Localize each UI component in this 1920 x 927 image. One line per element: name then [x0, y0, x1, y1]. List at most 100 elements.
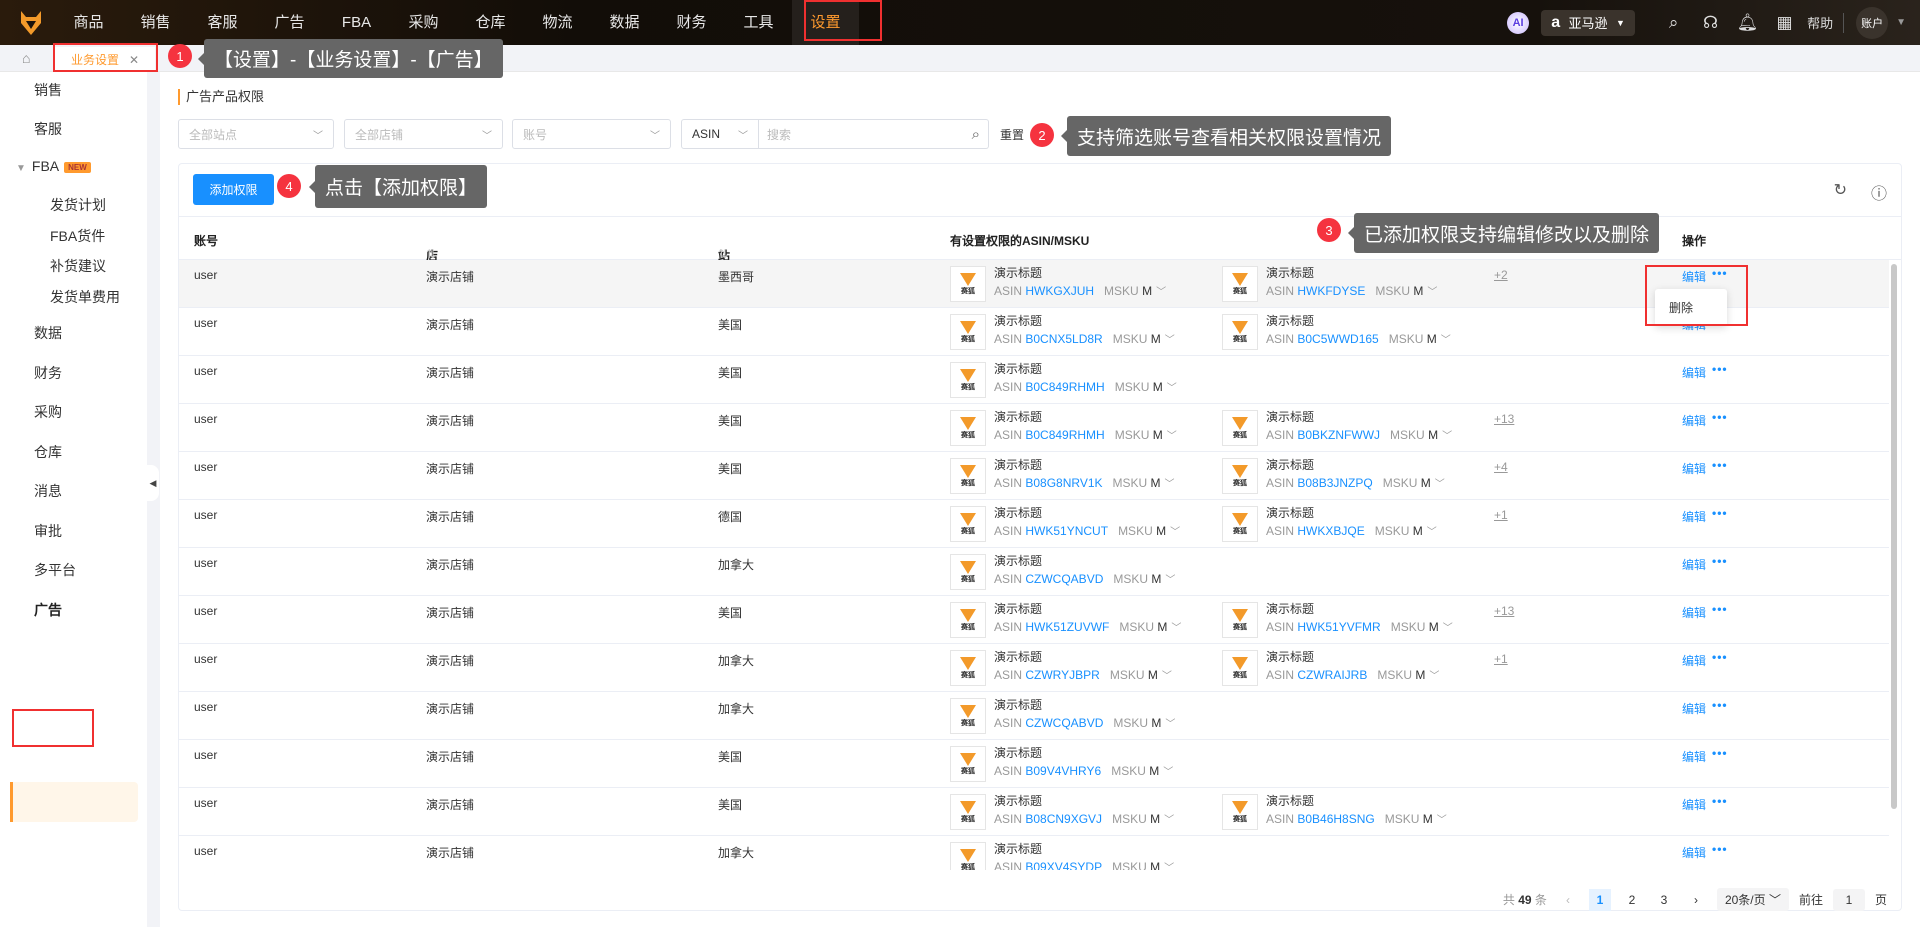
more-products-link[interactable]: +13: [1494, 412, 1514, 426]
reset-button[interactable]: 重置: [1000, 126, 1024, 143]
more-products-link[interactable]: +2: [1494, 268, 1508, 282]
edit-button[interactable]: 编辑: [1682, 508, 1706, 525]
msku-chevron-icon[interactable]: ﹀: [1165, 479, 1175, 490]
asin-link[interactable]: B09XV4SYDP: [1025, 860, 1102, 870]
avatar[interactable]: 账户: [1856, 6, 1889, 39]
site-select[interactable]: 全部站点 ﹀: [178, 119, 334, 149]
asin-link[interactable]: CZWRYJBPR: [1025, 668, 1099, 682]
sidebar-item[interactable]: 审批: [34, 521, 62, 541]
msku-chevron-icon[interactable]: ﹀: [1156, 287, 1166, 298]
sidebar-item[interactable]: 多平台: [34, 560, 76, 580]
help-link[interactable]: 帮助: [1807, 13, 1833, 32]
search-icon[interactable]: ⌕: [1655, 13, 1692, 33]
bell-icon[interactable]: 🔔︎: [1729, 13, 1766, 33]
sidebar-item-fba[interactable]: ▼ FBA NEW: [16, 158, 91, 174]
account-select[interactable]: 账号 ﹀: [512, 119, 671, 149]
help-circle-icon[interactable]: ⓘ: [1871, 180, 1887, 204]
sidebar-subitem[interactable]: 补货建议: [50, 256, 106, 276]
msku-chevron-icon[interactable]: ﹀: [1171, 623, 1181, 634]
edit-button[interactable]: 编辑: [1682, 604, 1706, 621]
edit-button[interactable]: 编辑: [1682, 748, 1706, 765]
msku-chevron-icon[interactable]: ﹀: [1162, 671, 1172, 682]
more-actions-icon[interactable]: •••: [1712, 410, 1728, 424]
msku-chevron-icon[interactable]: ﹀: [1167, 383, 1177, 394]
more-actions-icon[interactable]: •••: [1712, 698, 1728, 712]
edit-button[interactable]: 编辑: [1682, 412, 1706, 429]
sidebar-item[interactable]: 采购: [34, 402, 62, 422]
search-input[interactable]: 搜索 ⌕: [759, 119, 989, 149]
asin-link[interactable]: B0B46H8SNG: [1297, 812, 1374, 826]
sidebar-item[interactable]: 销售: [34, 80, 62, 100]
asin-link[interactable]: HWKFDYSE: [1297, 284, 1365, 298]
ai-button[interactable]: AI: [1507, 11, 1530, 34]
more-actions-icon[interactable]: •••: [1712, 458, 1728, 472]
edit-button[interactable]: 编辑: [1682, 364, 1706, 381]
goto-page-input[interactable]: 1: [1832, 888, 1865, 911]
sidebar-item[interactable]: 客服: [34, 119, 62, 139]
more-products-link[interactable]: +1: [1494, 652, 1508, 666]
edit-button[interactable]: 编辑: [1682, 652, 1706, 669]
more-actions-icon[interactable]: •••: [1712, 362, 1728, 376]
msku-chevron-icon[interactable]: ﹀: [1427, 527, 1437, 538]
search-icon[interactable]: ⌕: [972, 126, 980, 143]
nav-item[interactable]: 销售: [122, 0, 189, 45]
msku-chevron-icon[interactable]: ﹀: [1429, 671, 1439, 682]
apps-grid-icon[interactable]: ▦: [1766, 13, 1803, 33]
account-caret-icon[interactable]: ▼: [1896, 17, 1906, 28]
more-products-link[interactable]: +4: [1494, 460, 1508, 474]
msku-chevron-icon[interactable]: ﹀: [1443, 623, 1453, 634]
sidebar-item[interactable]: 广告: [34, 600, 62, 620]
msku-chevron-icon[interactable]: ﹀: [1170, 527, 1180, 538]
asin-link[interactable]: B0CNX5LD8R: [1025, 332, 1102, 346]
msku-chevron-icon[interactable]: ﹀: [1427, 287, 1437, 298]
more-products-link[interactable]: +13: [1494, 604, 1514, 618]
asin-link[interactable]: B08CN9XGVJ: [1025, 812, 1102, 826]
more-actions-icon[interactable]: •••: [1712, 794, 1728, 808]
marketplace-select[interactable]: a 亚马逊 ▼: [1541, 9, 1636, 36]
asin-link[interactable]: B08B3JNZPQ: [1297, 476, 1372, 490]
more-actions-icon[interactable]: •••: [1712, 602, 1728, 616]
asin-link[interactable]: HWK51YVFMR: [1297, 620, 1380, 634]
msku-chevron-icon[interactable]: ﹀: [1165, 335, 1175, 346]
msku-chevron-icon[interactable]: ﹀: [1437, 815, 1447, 826]
page-3[interactable]: 3: [1653, 889, 1675, 911]
asin-link[interactable]: B0BKZNFWWJ: [1297, 428, 1380, 442]
logo[interactable]: [7, 0, 55, 45]
msku-chevron-icon[interactable]: ﹀: [1165, 575, 1175, 586]
asin-link[interactable]: CZWCQABVD: [1025, 716, 1103, 730]
collapse-sidebar-icon[interactable]: ◀: [147, 465, 159, 501]
vertical-scrollbar[interactable]: [1891, 264, 1897, 809]
nav-item[interactable]: 财务: [658, 0, 725, 45]
asin-link[interactable]: CZWCQABVD: [1025, 572, 1103, 586]
edit-button[interactable]: 编辑: [1682, 796, 1706, 813]
nav-item[interactable]: 商品: [55, 0, 122, 45]
sidebar-subitem[interactable]: FBA货件: [50, 226, 105, 246]
asin-link[interactable]: HWKXBJQE: [1297, 524, 1364, 538]
asin-link[interactable]: B0C849RHMH: [1025, 380, 1104, 394]
asin-link[interactable]: B08G8NRV1K: [1025, 476, 1102, 490]
asin-link[interactable]: HWK51ZUVWF: [1025, 620, 1109, 634]
msku-chevron-icon[interactable]: ﹀: [1165, 719, 1175, 730]
home-icon[interactable]: ⌂: [22, 50, 30, 66]
next-page-button[interactable]: ›: [1685, 889, 1707, 911]
nav-item[interactable]: 物流: [524, 0, 591, 45]
edit-button[interactable]: 编辑: [1682, 700, 1706, 717]
sidebar-item[interactable]: 消息: [34, 481, 62, 501]
edit-button[interactable]: 编辑: [1682, 556, 1706, 573]
search-type-select[interactable]: ASIN ﹀: [681, 119, 759, 149]
asin-link[interactable]: B0C849RHMH: [1025, 428, 1104, 442]
page-2[interactable]: 2: [1621, 889, 1643, 911]
nav-item[interactable]: 工具: [725, 0, 792, 45]
sidebar-subitem[interactable]: 发货单费用: [50, 287, 120, 307]
sidebar-item[interactable]: 仓库: [34, 442, 62, 462]
asin-link[interactable]: B0C5WWD165: [1297, 332, 1378, 346]
store-select[interactable]: 全部店铺 ﹀: [344, 119, 503, 149]
sidebar-subitem[interactable]: 发货计划: [50, 195, 106, 215]
headset-icon[interactable]: ☊: [1692, 13, 1729, 33]
more-actions-icon[interactable]: •••: [1712, 554, 1728, 568]
more-actions-icon[interactable]: •••: [1712, 650, 1728, 664]
more-actions-icon[interactable]: •••: [1712, 746, 1728, 760]
nav-item[interactable]: 数据: [591, 0, 658, 45]
edit-button[interactable]: 编辑: [1682, 460, 1706, 477]
sidebar-item[interactable]: 财务: [34, 363, 62, 383]
